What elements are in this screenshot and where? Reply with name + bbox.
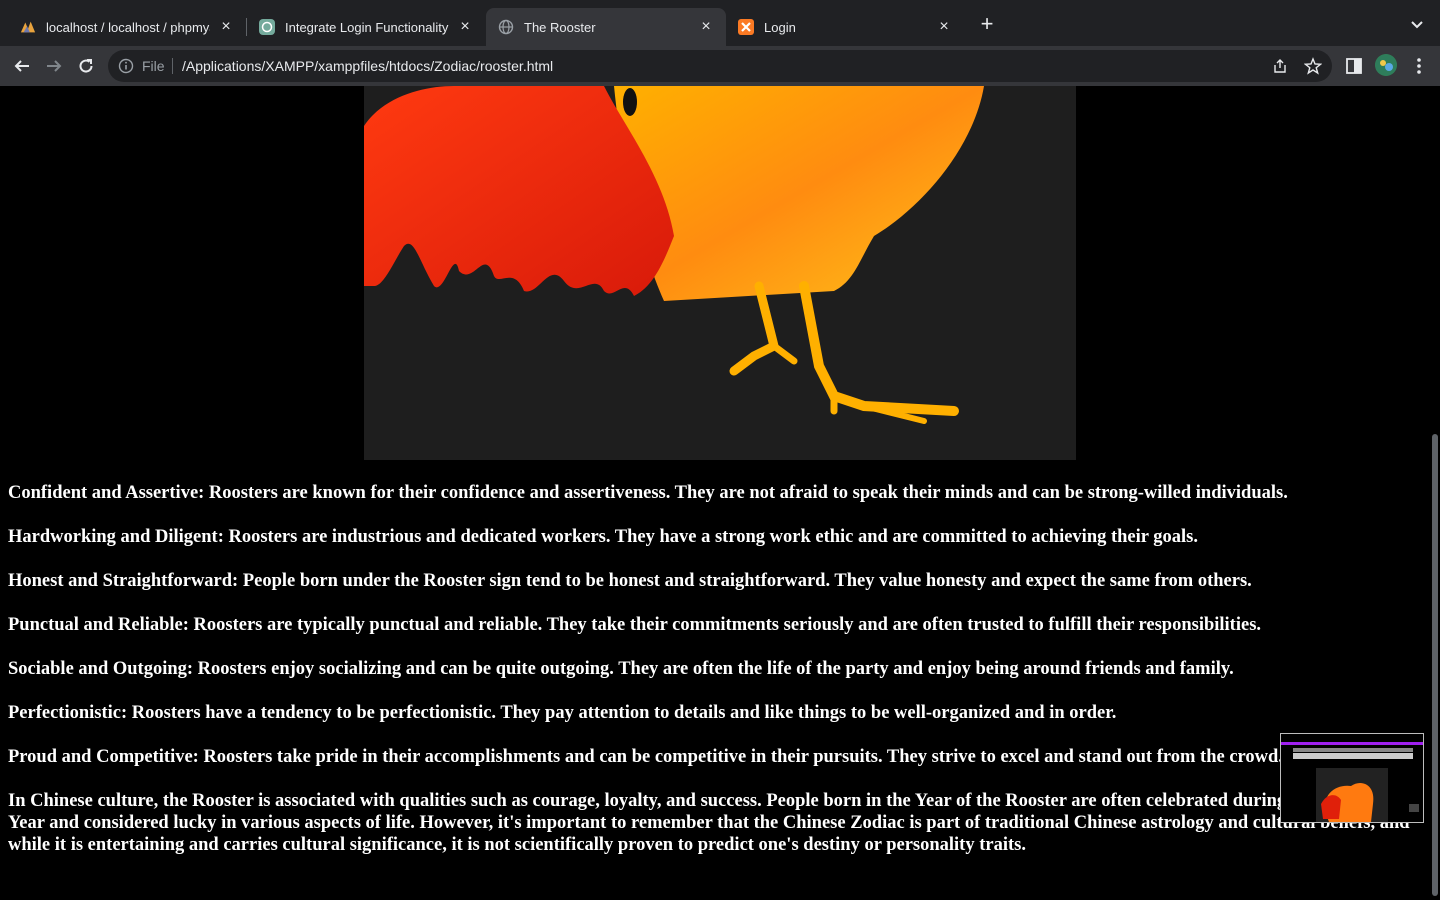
cultural-note: In Chinese culture, the Rooster is assoc… (8, 791, 1410, 855)
profile-avatar[interactable] (1375, 54, 1397, 76)
trait-perfectionistic: Perfectionistic: Roosters have a tendenc… (8, 703, 1117, 723)
trait-hardworking: Hardworking and Diligent: Roosters are i… (8, 527, 1198, 547)
screenshot-preview-thumbnail[interactable] (1280, 733, 1424, 823)
side-panel-icon[interactable] (1344, 56, 1364, 76)
page-scrollbar[interactable] (1430, 86, 1440, 900)
page-content: Confident and Assertive: Roosters are kn… (0, 86, 1430, 900)
tab-title: Login (764, 19, 796, 35)
trait-proud: Proud and Competitive: Roosters take pri… (8, 747, 1283, 767)
close-icon[interactable]: × (936, 19, 952, 35)
scheme-label: File (142, 58, 165, 74)
trait-honest: Honest and Straightforward: People born … (8, 571, 1252, 591)
close-icon[interactable]: × (457, 19, 473, 35)
forward-button[interactable] (42, 54, 66, 78)
menu-kebab-icon[interactable] (1409, 56, 1429, 76)
address-bar[interactable]: File /Applications/XAMPP/xamppfiles/htdo… (108, 50, 1332, 82)
tab-search-chevron-icon[interactable] (1408, 16, 1426, 34)
info-icon[interactable] (118, 58, 134, 74)
rooster-image (364, 86, 1076, 460)
trait-confident: Confident and Assertive: Roosters are kn… (8, 483, 1288, 503)
tab-phpmyadmin[interactable]: localhost / localhost / phpmyadmin × (8, 8, 246, 46)
tab-title: localhost / localhost / phpmyadmin (46, 19, 210, 35)
phpmyadmin-icon (20, 19, 36, 35)
forward-arrow-icon (47, 60, 62, 72)
close-icon[interactable]: × (698, 19, 714, 35)
xampp-icon (738, 19, 754, 35)
new-tab-button[interactable]: + (977, 13, 997, 35)
globe-icon (498, 19, 514, 35)
tab-integrate-login[interactable]: Integrate Login Functionality × (247, 8, 485, 46)
url-text[interactable]: /Applications/XAMPP/xamppfiles/htdocs/Zo… (182, 58, 553, 74)
share-icon[interactable] (1272, 58, 1288, 74)
chatgpt-icon (259, 19, 275, 35)
bookmark-star-icon[interactable] (1303, 57, 1323, 75)
tab-title: The Rooster (524, 19, 596, 35)
browser-toolbar: File /Applications/XAMPP/xamppfiles/htdo… (0, 46, 1440, 86)
address-divider (172, 58, 173, 74)
tab-strip: localhost / localhost / phpmyadmin × Int… (0, 0, 1440, 46)
trait-sociable: Sociable and Outgoing: Roosters enjoy so… (8, 659, 1234, 679)
tab-login[interactable]: Login × (726, 8, 964, 46)
reload-icon (79, 59, 93, 73)
close-icon[interactable]: × (218, 19, 234, 35)
reload-button[interactable] (74, 54, 98, 78)
back-arrow-icon (14, 60, 29, 72)
scrollbar-thumb[interactable] (1432, 434, 1438, 896)
trait-punctual: Punctual and Reliable: Roosters are typi… (8, 615, 1262, 635)
tab-the-rooster[interactable]: The Rooster × (486, 8, 726, 46)
trait-paragraphs: Confident and Assertive: Roosters are kn… (8, 482, 1428, 878)
back-button[interactable] (10, 54, 34, 78)
tab-title: Integrate Login Functionality (285, 19, 449, 35)
